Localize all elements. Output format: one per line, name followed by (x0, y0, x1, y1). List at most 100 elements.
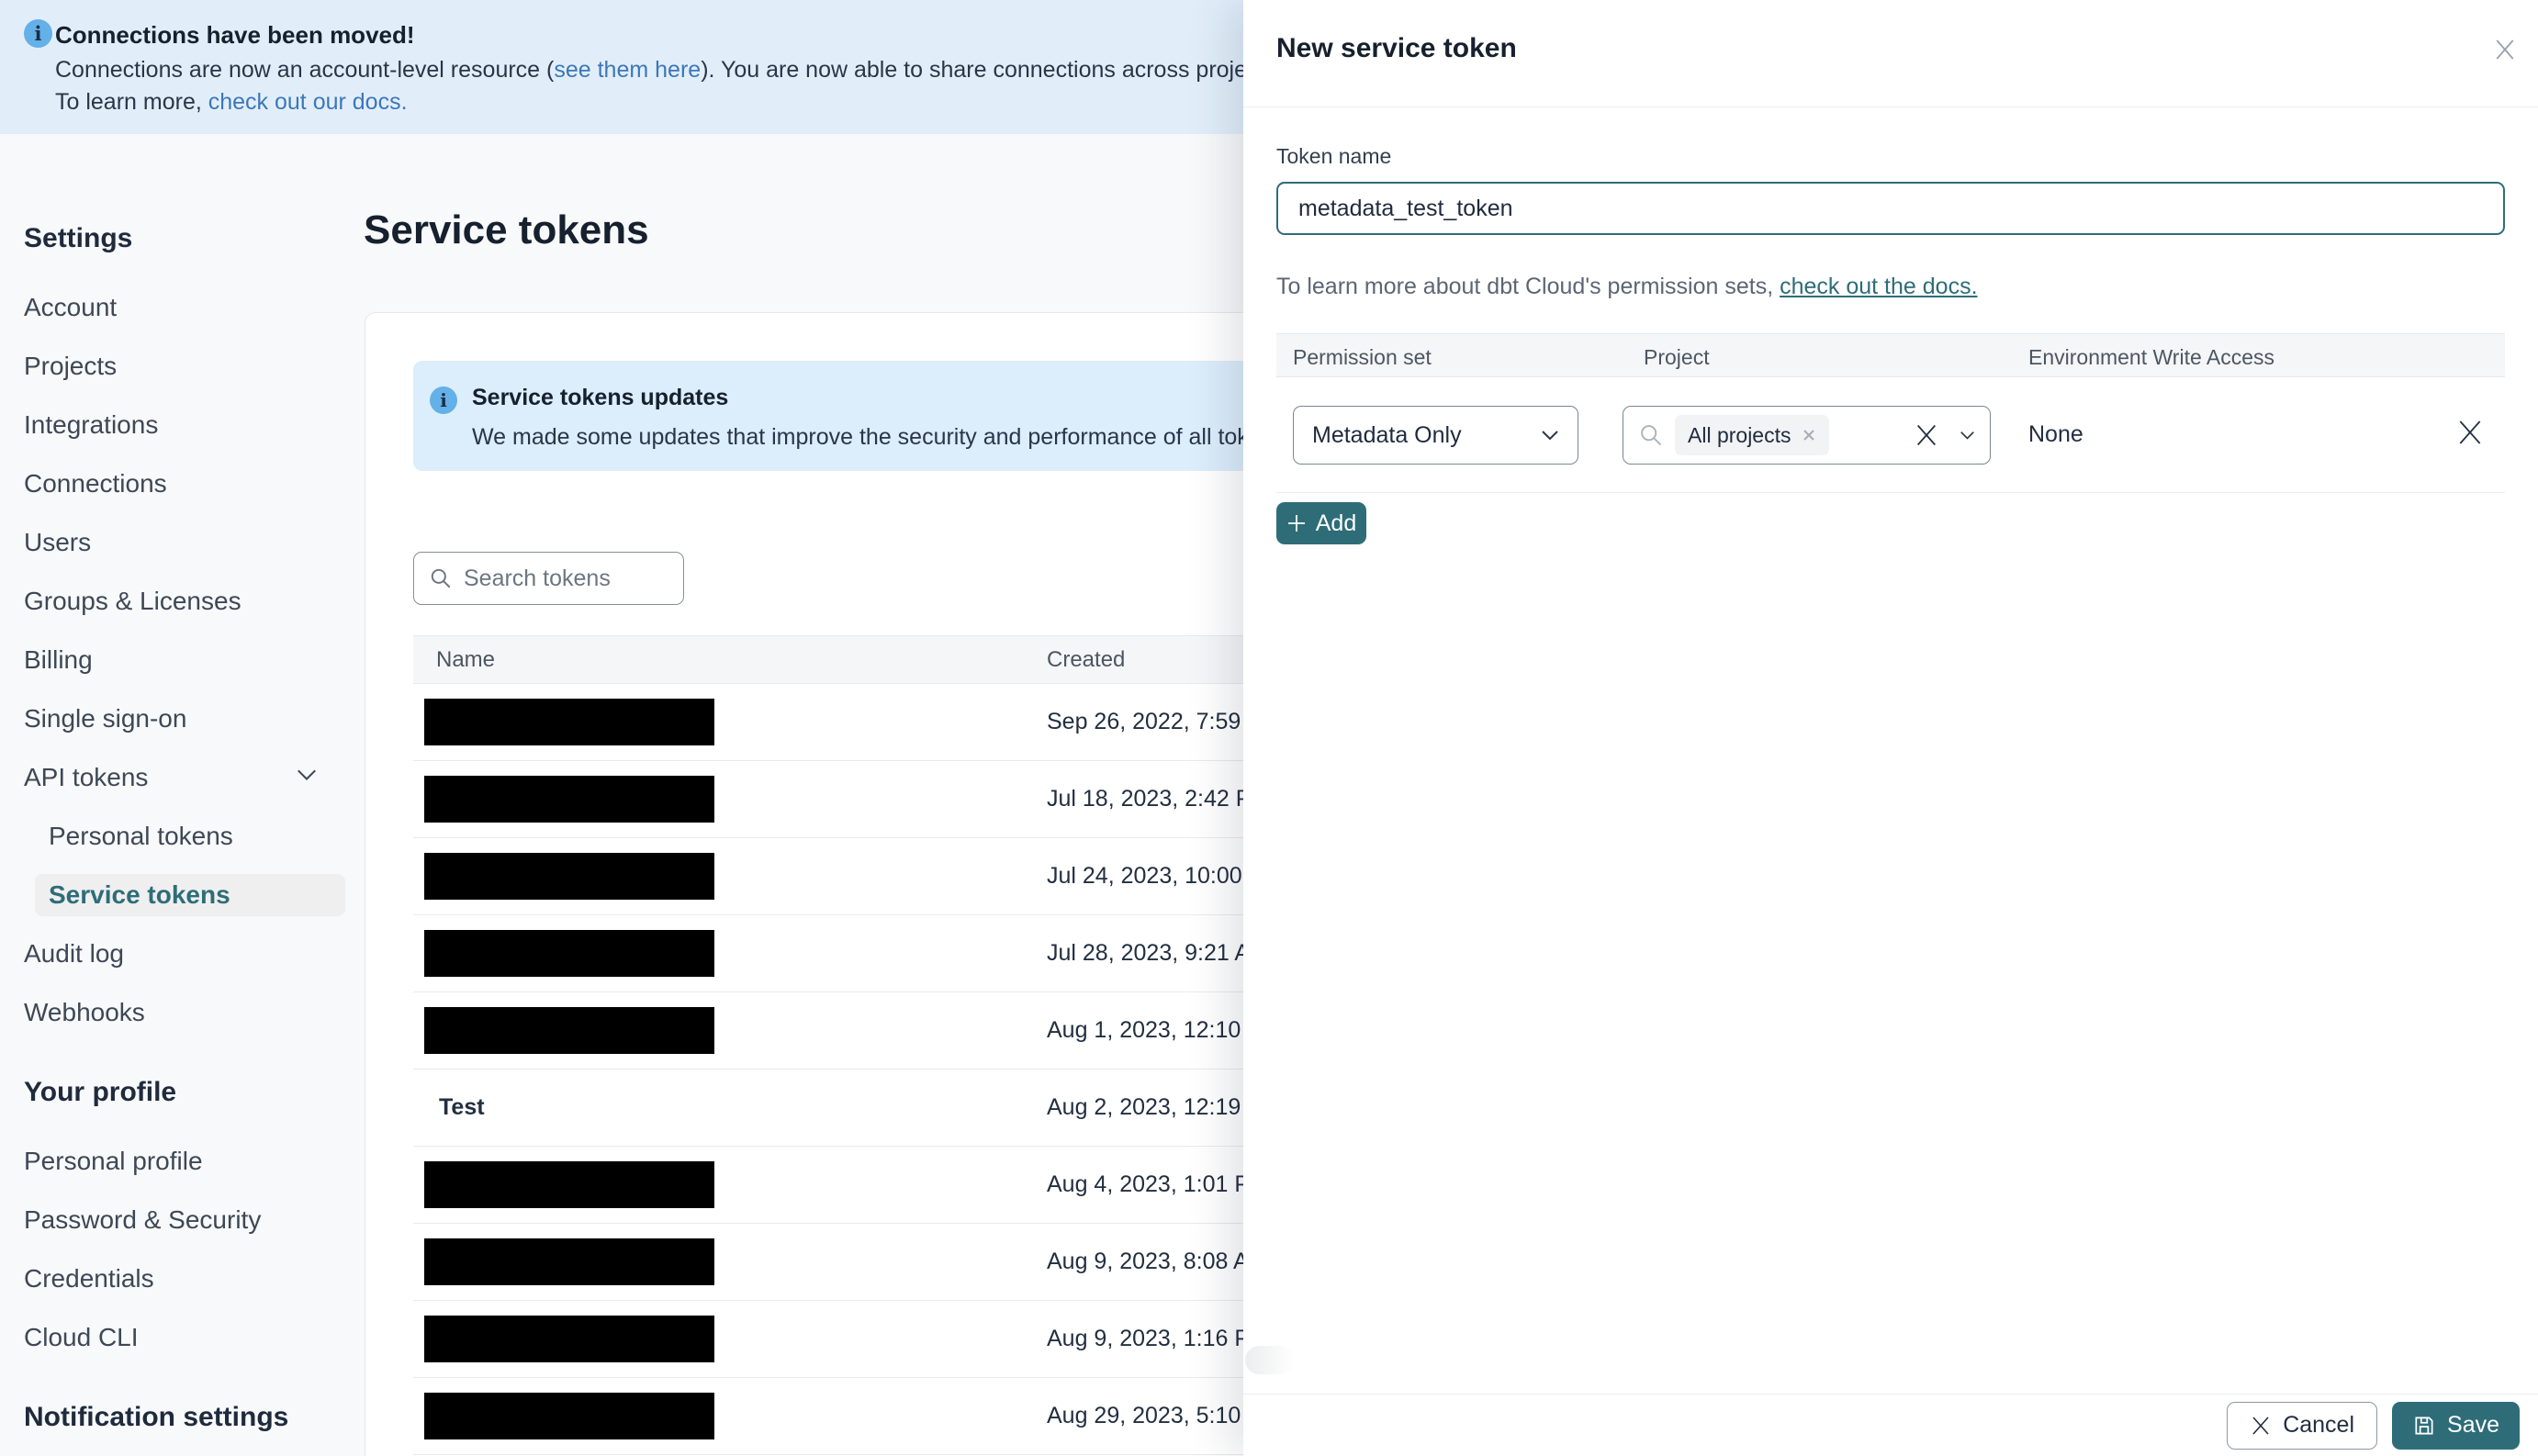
token-name-cell (413, 1161, 1047, 1208)
chevron-down-icon[interactable] (1960, 431, 1975, 441)
redacted-token-name (424, 1238, 714, 1285)
sidebar-item-webhooks[interactable]: Webhooks (24, 983, 367, 1042)
token-name-cell (413, 1238, 1047, 1285)
chip-remove-icon[interactable] (1802, 428, 1816, 442)
sidebar-item-audit-log[interactable]: Audit log (24, 924, 367, 983)
sidebar-item-label: Credentials (24, 1264, 154, 1293)
search-input[interactable] (464, 565, 668, 592)
redacted-token-name (424, 930, 714, 977)
search-icon (1638, 422, 1664, 448)
save-button[interactable]: Save (2392, 1401, 2520, 1450)
sidebar-item-label: Personal profile (24, 1147, 203, 1175)
chevron-down-icon (296, 768, 318, 782)
settings-heading: Settings (24, 223, 133, 253)
horizontal-scrollbar-thumb[interactable] (1245, 1346, 1295, 1374)
sidebar-item-password-security[interactable]: Password & Security (24, 1191, 367, 1249)
column-header-name: Name (436, 646, 496, 672)
banner-body-line: To learn more, check out our docs. (55, 89, 408, 116)
see-them-here-link[interactable]: see them here (554, 57, 701, 83)
sidebar-item-personal-tokens[interactable]: Personal tokens (24, 807, 367, 866)
sidebar-item-connections[interactable]: Connections (24, 454, 367, 513)
sidebar-item-label: Users (24, 528, 92, 556)
x-icon (2250, 1415, 2272, 1437)
token-name-cell (413, 853, 1047, 900)
sidebar-item-label: Audit log (24, 939, 124, 968)
token-name-cell (413, 1316, 1047, 1362)
check-out-the-docs-link[interactable]: check out the docs. (1780, 274, 1977, 299)
remove-row-icon[interactable] (2455, 418, 2485, 447)
token-name: Test (439, 1094, 485, 1120)
search-tokens-box[interactable] (413, 552, 684, 605)
sidebar-item-personal-profile[interactable]: Personal profile (24, 1132, 367, 1191)
sidebar-item-integrations[interactable]: Integrations (24, 396, 367, 454)
sidebar-item-projects[interactable]: Projects (24, 337, 367, 396)
token-name-cell (413, 1007, 1047, 1054)
settings-sidebar: Settings Account Projects Integrations Conn… (0, 134, 367, 1456)
column-header-project: Project (1644, 345, 1710, 369)
column-header-env-write-access: Environment Write Access (2028, 345, 2275, 369)
sidebar-item-account[interactable]: Account (24, 278, 367, 337)
banner-text: To learn more, (55, 89, 208, 115)
sidebar-item-label: Connections (24, 469, 167, 498)
check-docs-link[interactable]: check out our docs. (208, 89, 408, 115)
sidebar-item-label: Service tokens (49, 880, 230, 909)
env-write-access-value: None (2028, 421, 2083, 447)
permission-set-value: Metadata Only (1312, 421, 1462, 448)
sidebar-item-label: Personal tokens (49, 822, 233, 850)
redacted-token-name (424, 1393, 714, 1439)
project-chip: All projects (1675, 415, 1830, 455)
cancel-button[interactable]: Cancel (2227, 1401, 2378, 1450)
save-icon (2412, 1414, 2436, 1438)
info-icon: i (430, 386, 457, 414)
permission-row: Metadata Only All projects None (1276, 377, 2505, 493)
sidebar-item-service-tokens[interactable]: Service tokens (35, 874, 345, 916)
sidebar-item-label: Integrations (24, 410, 159, 439)
redacted-token-name (424, 776, 714, 823)
clear-selection-icon[interactable] (1914, 422, 1939, 448)
redacted-token-name (424, 1007, 714, 1054)
sidebar-item-label: Webhooks (24, 998, 145, 1026)
save-button-label: Save (2447, 1412, 2499, 1438)
sidebar-item-label: Billing (24, 645, 93, 674)
sidebar-item-api-tokens[interactable]: API tokens (24, 748, 367, 807)
drawer-body: Token name To learn more about dbt Cloud… (1243, 107, 2538, 544)
token-name-input[interactable] (1276, 182, 2505, 235)
banner-text: Connections are now an account-level res… (55, 57, 555, 83)
close-icon[interactable] (2487, 31, 2523, 68)
banner-title: Connections have been moved! (55, 21, 415, 49)
drawer-header: New service token (1243, 0, 2538, 107)
sidebar-item-label: Cloud CLI (24, 1323, 139, 1351)
permission-set-select[interactable]: Metadata Only (1293, 406, 1578, 465)
sidebar-item-label: Password & Security (24, 1205, 262, 1234)
drawer-footer: Cancel Save (1243, 1394, 2538, 1456)
sidebar-item-label: API tokens (24, 763, 149, 791)
token-name-cell (413, 699, 1047, 745)
sidebar-nav: Account Projects Integrations Connections Us… (24, 278, 367, 1042)
help-text: To learn more about dbt Cloud's permissi… (1276, 274, 1780, 299)
column-header-permission-set: Permission set (1293, 345, 1432, 369)
page-title: Service tokens (364, 207, 649, 252)
search-icon (429, 566, 453, 590)
project-multiselect[interactable]: All projects (1623, 406, 1991, 465)
notification-settings-heading: Notification settings (24, 1402, 289, 1432)
your-profile-heading: Your profile (24, 1077, 177, 1107)
sidebar-item-billing[interactable]: Billing (24, 631, 367, 689)
permissions-header: Permission set Project Environment Write… (1276, 333, 2505, 377)
sidebar-item-label: Account (24, 293, 118, 321)
plus-icon (1286, 513, 1307, 533)
sidebar-item-users[interactable]: Users (24, 513, 367, 572)
sidebar-item-label: Projects (24, 352, 118, 380)
project-chip-label: All projects (1688, 422, 1791, 447)
sidebar-item-groups-licenses[interactable]: Groups & Licenses (24, 572, 367, 631)
sidebar-item-single-sign-on[interactable]: Single sign-on (24, 689, 367, 748)
sidebar-item-credentials[interactable]: Credentials (24, 1249, 367, 1308)
add-button-label: Add (1315, 510, 1357, 536)
new-service-token-drawer: New service token Token name To learn mo… (1243, 0, 2538, 1456)
sidebar-item-label: Single sign-on (24, 704, 187, 733)
redacted-token-name (424, 1161, 714, 1208)
add-permission-button[interactable]: Add (1276, 502, 1366, 544)
token-name-cell (413, 930, 1047, 977)
drawer-title: New service token (1276, 33, 1517, 63)
sidebar-item-cloud-cli[interactable]: Cloud CLI (24, 1308, 367, 1367)
sidebar-profile-nav: Personal profile Password & Security Crede… (24, 1132, 367, 1367)
